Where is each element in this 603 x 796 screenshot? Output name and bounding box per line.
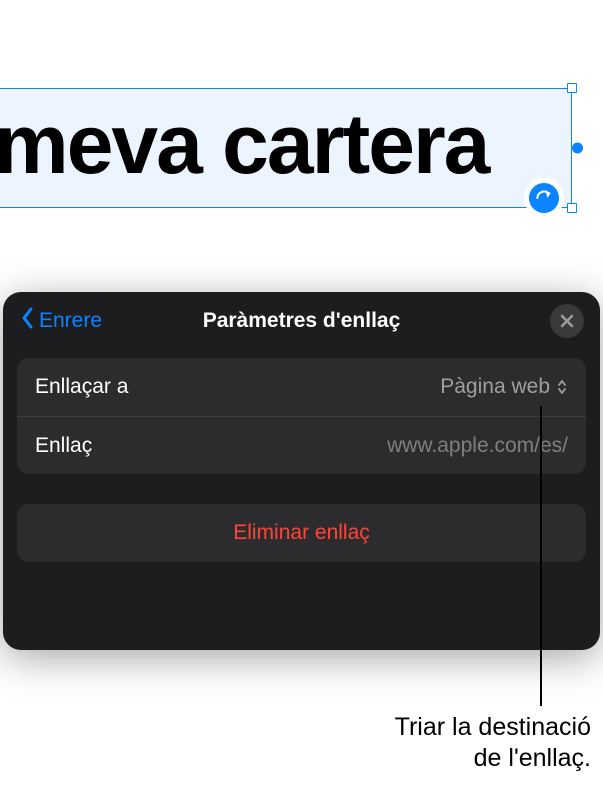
- popover-title: Paràmetres d'enllaç: [203, 309, 401, 333]
- annotation-line2: de l'enllaç.: [395, 743, 591, 774]
- close-button[interactable]: [550, 304, 584, 338]
- link-to-value: Pàgina web: [440, 375, 550, 399]
- linked-text[interactable]: meva cartera: [0, 96, 488, 193]
- delete-link-label: Eliminar enllaç: [233, 521, 370, 545]
- link-to-row[interactable]: Enllaçar a Pàgina web: [17, 358, 586, 416]
- popover-header: Enrere Paràmetres d'enllaç: [17, 292, 586, 350]
- selected-text-box[interactable]: meva cartera: [0, 88, 572, 208]
- close-icon: [560, 314, 574, 328]
- back-button[interactable]: Enrere: [19, 292, 102, 350]
- link-url-row[interactable]: Enllaç www.apple.com/es/: [17, 416, 586, 474]
- link-settings-popover: Enrere Paràmetres d'enllaç Enllaçar a Pà…: [3, 292, 600, 650]
- document-canvas: meva cartera: [0, 0, 603, 300]
- selection-handle-top-right[interactable]: [567, 83, 577, 93]
- link-to-value-wrap: Pàgina web: [440, 375, 568, 399]
- chevron-left-icon: [19, 306, 37, 336]
- chevron-up-down-icon: [556, 378, 568, 396]
- link-to-label: Enllaçar a: [35, 375, 128, 399]
- delete-link-button[interactable]: Eliminar enllaç: [17, 504, 586, 562]
- annotation-line1: Triar la destinació: [395, 712, 591, 743]
- annotation-leader-line: [540, 406, 542, 706]
- annotation-text: Triar la destinació de l'enllaç.: [395, 712, 591, 775]
- link-fields-group: Enllaçar a Pàgina web Enllaç www.apple.c…: [17, 358, 586, 474]
- text-cursor-handle[interactable]: [572, 143, 583, 154]
- link-badge-icon[interactable]: [524, 178, 564, 218]
- link-url-label: Enllaç: [35, 434, 92, 458]
- selection-handle-bottom-right[interactable]: [567, 203, 577, 213]
- back-label: Enrere: [39, 309, 102, 333]
- screenshot-stage: meva cartera Enrere Paràmetres d'enllaç: [0, 0, 603, 796]
